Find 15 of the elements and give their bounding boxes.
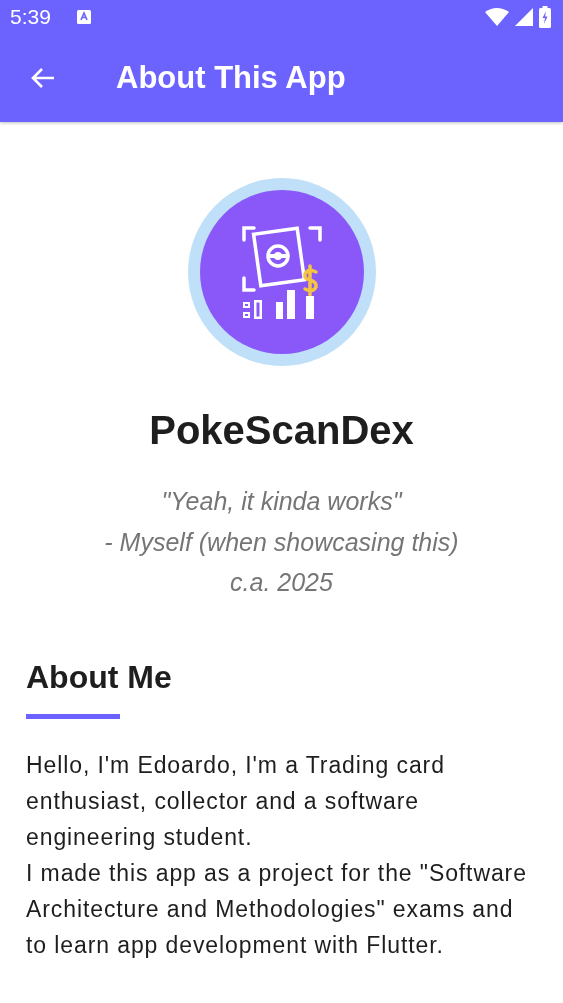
quote-line: c.a. 2025 bbox=[230, 567, 333, 598]
app-bar-title: About This App bbox=[116, 60, 346, 96]
paragraph: Hello, I'm Edoardo, I'm a Trading card enthusiast, collector and a software engineering student. bbox=[26, 750, 446, 852]
battery-icon bbox=[539, 6, 551, 28]
back-arrow-icon bbox=[30, 66, 56, 90]
paragraph: I made this app as a project for the "Software Architecture and Methodologies" exams and to learn app development with Flutter. bbox=[26, 858, 528, 960]
quote-line: - Myself (when showcasing this) bbox=[104, 526, 459, 558]
section-heading: About Me bbox=[26, 658, 173, 696]
app-logo-icon bbox=[187, 178, 376, 366]
status-time: 5:39 bbox=[10, 5, 51, 29]
quote-line: "Yeah, it kinda works" bbox=[161, 486, 402, 517]
app-name: PokeScanDex bbox=[149, 408, 414, 453]
keyboard-notification-icon bbox=[76, 10, 91, 24]
wifi-icon bbox=[485, 8, 509, 26]
signal-icon bbox=[515, 8, 533, 26]
